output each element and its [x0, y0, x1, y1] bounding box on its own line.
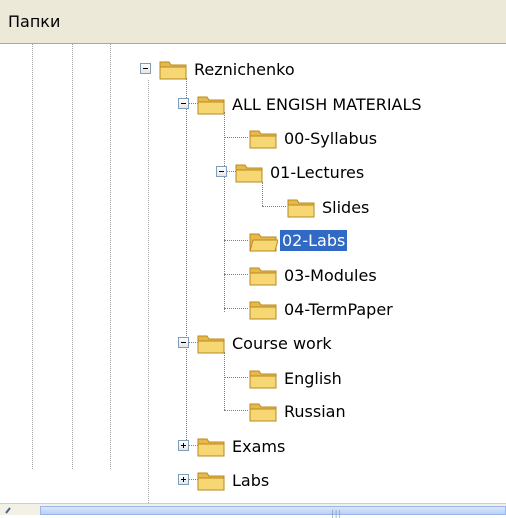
tree-node-label[interactable]: 02-Labs [280, 230, 348, 251]
minus-box-icon[interactable] [140, 63, 151, 74]
horizontal-scrollbar[interactable]: ||| [0, 503, 506, 518]
folder-icon [249, 130, 277, 149]
tree-guide-line [72, 44, 73, 469]
folders-panel-header: Папки [0, 0, 506, 44]
tree-node-label[interactable]: 01-Lectures [268, 162, 366, 183]
folder-icon [287, 199, 315, 218]
tree-node-label[interactable]: 03-Modules [282, 265, 379, 286]
tree-node-label[interactable]: ALL ENGISH MATERIALS [230, 94, 424, 115]
tree-node-label[interactable]: 00-Syllabus [282, 128, 379, 149]
tree-connector [224, 240, 248, 241]
tree-node-label[interactable]: Exams [230, 436, 287, 457]
tree-node-label[interactable]: English [282, 368, 344, 389]
tree-node-label[interactable]: Russian [282, 401, 348, 422]
tree-guide-line [32, 44, 33, 469]
folder-icon [249, 370, 277, 389]
panel-title: Папки [8, 12, 61, 31]
tree-connector [224, 137, 248, 138]
tree-connector [224, 274, 248, 275]
minus-box-icon[interactable] [178, 337, 189, 348]
tree-connector [224, 352, 225, 410]
minus-box-icon[interactable] [216, 166, 227, 177]
folder-icon [197, 335, 225, 354]
tree-connector [186, 78, 187, 450]
tree-guide-line [148, 80, 149, 505]
folder-icon [197, 438, 225, 457]
tree-connector [262, 182, 263, 206]
plus-box-icon[interactable] [178, 474, 189, 485]
folder-icon [159, 61, 187, 80]
folder-icon [197, 472, 225, 491]
folder-open-icon [249, 233, 278, 252]
tree-node-label[interactable]: Course work [230, 333, 334, 354]
tree-connector [262, 206, 286, 207]
tree-node-label[interactable]: Slides [320, 197, 371, 218]
tree-connector [224, 112, 225, 312]
folder-icon [249, 267, 277, 286]
folder-icon [249, 301, 277, 320]
tree-guide-line [110, 44, 111, 469]
plus-box-icon[interactable] [178, 440, 189, 451]
folder-icon [235, 164, 263, 183]
folder-icon [249, 403, 277, 422]
tree-node-label[interactable]: Reznichenko [192, 59, 297, 80]
folder-icon [197, 96, 225, 115]
minus-box-icon[interactable] [178, 98, 189, 109]
tree-node-label[interactable]: Labs [230, 470, 271, 491]
tree-connector [224, 410, 248, 411]
tree-node-label[interactable]: 04-TermPaper [282, 299, 395, 320]
tree-connector [224, 308, 248, 309]
tree-connector [224, 377, 248, 378]
